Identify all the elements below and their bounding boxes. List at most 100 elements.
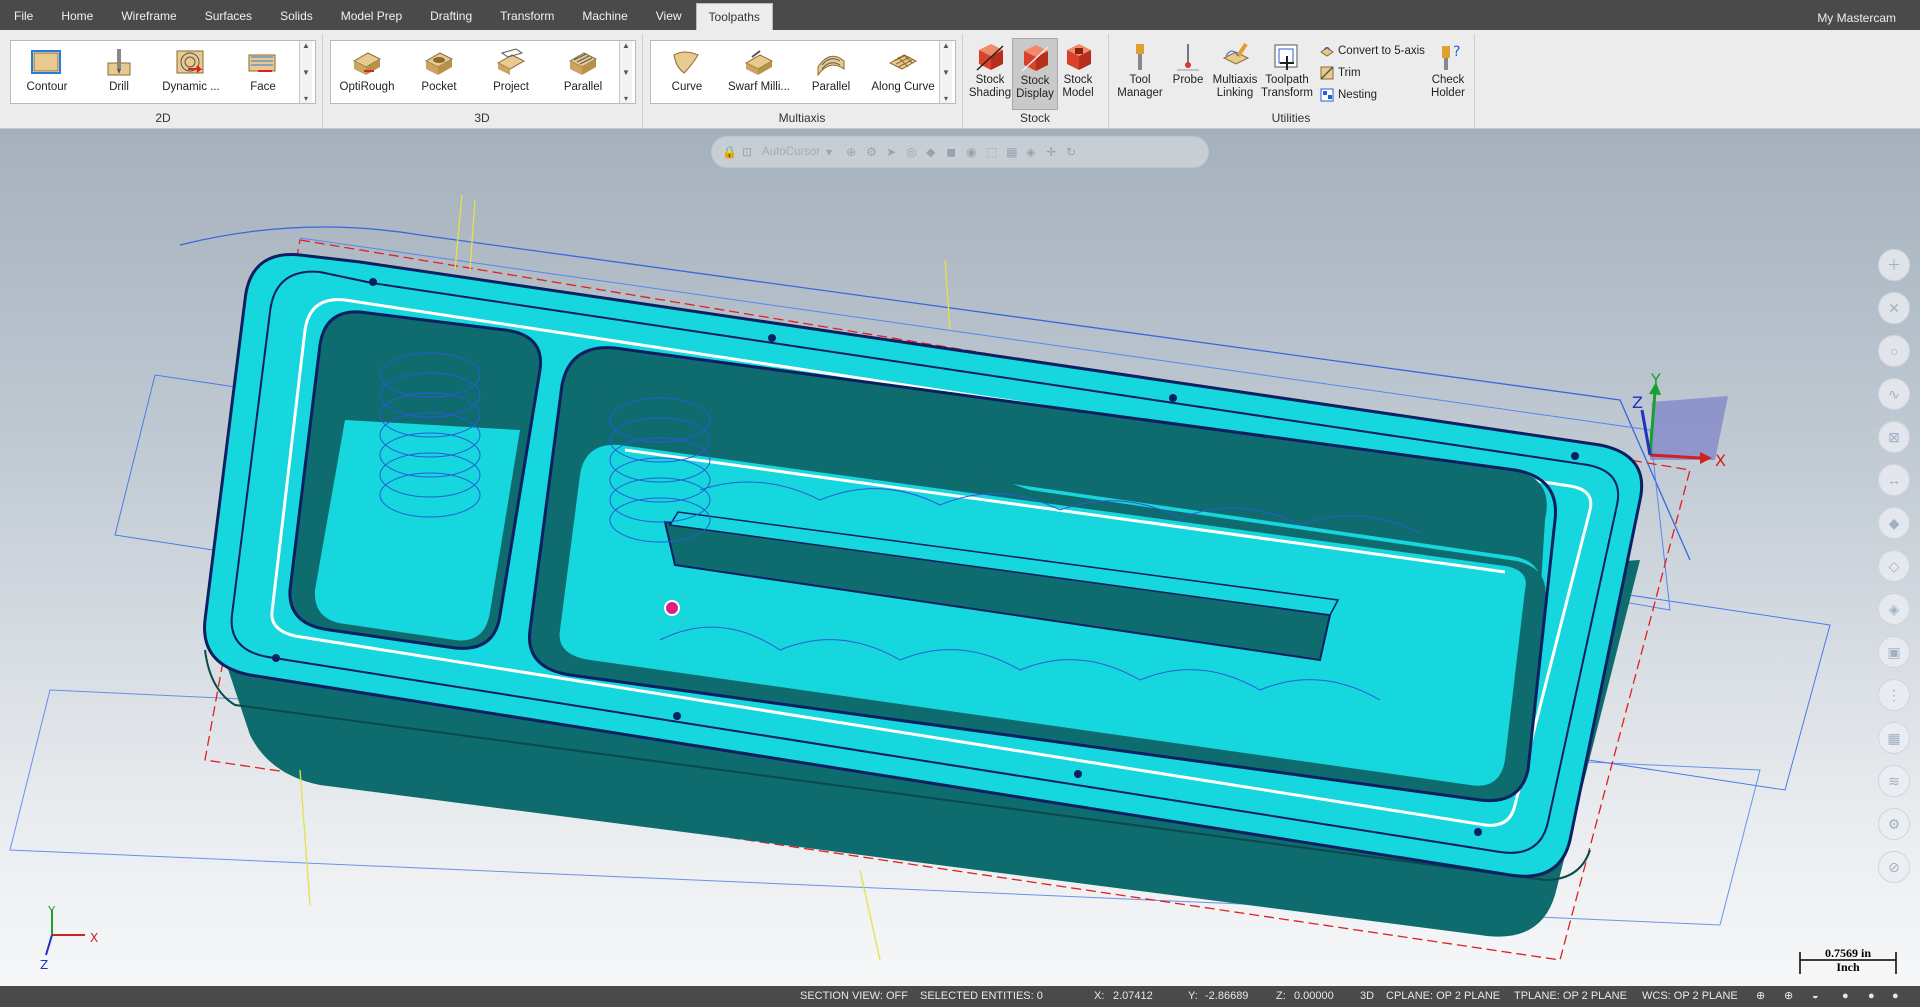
menu-file[interactable]: File: [0, 0, 47, 30]
tool-manager-button[interactable]: Tool Manager: [1116, 38, 1164, 108]
mask-splines-icon[interactable]: ∿: [1878, 378, 1910, 410]
stock-model-button[interactable]: Stock Model: [1056, 38, 1100, 108]
stock-shading-label: Stock Shading: [968, 74, 1012, 99]
gallery-3d-scroll[interactable]: ▲ ▼ ▾: [619, 41, 632, 103]
filter-icon[interactable]: ◈: [1026, 145, 1040, 159]
lock-icon[interactable]: 🔒: [722, 145, 737, 159]
menu-transform[interactable]: Transform: [486, 0, 568, 30]
mask-meshes-icon[interactable]: ◈: [1878, 593, 1910, 625]
menu-view[interactable]: View: [642, 0, 696, 30]
start-point-marker[interactable]: [664, 600, 680, 616]
refresh-icon[interactable]: ↻: [1066, 145, 1080, 159]
curve-icon: [673, 51, 699, 74]
menu-model-prep[interactable]: Model Prep: [327, 0, 416, 30]
optirough-label: OptiRough: [339, 81, 395, 93]
mask-all-icon[interactable]: ＋: [1878, 249, 1910, 281]
menu-toolpaths[interactable]: Toolpaths: [695, 3, 773, 30]
menu-solids[interactable]: Solids: [266, 0, 327, 30]
parallel-3d-button[interactable]: Parallel: [547, 41, 619, 103]
graphics-viewport[interactable]: X Y Z Y X Z 🔒 ⊡ AutoCursor ▾ ⊕ ⚙ ➤ ◎ ◆ ◼…: [0, 129, 1920, 986]
cube-icon[interactable]: ◆: [926, 145, 940, 159]
mask-color-icon[interactable]: ▦: [1878, 722, 1910, 754]
select-mode-icon[interactable]: ⬚: [986, 145, 1000, 159]
parallel-multiaxis-button[interactable]: Parallel: [795, 41, 867, 103]
translucent-ball-icon[interactable]: ●: [1892, 986, 1899, 1007]
chain-icon[interactable]: ◎: [906, 145, 920, 159]
menu-wireframe[interactable]: Wireframe: [107, 0, 190, 30]
section-view-status[interactable]: SECTION VIEW: OFF: [800, 986, 908, 1007]
face-button[interactable]: Face: [227, 41, 299, 103]
multiaxis-linking-button[interactable]: Multiaxis Linking: [1210, 38, 1260, 108]
probe-button[interactable]: Probe: [1168, 38, 1208, 108]
autocursor-label[interactable]: AutoCursor: [762, 146, 820, 158]
stock-model-icon: [1067, 44, 1091, 70]
grid-icon[interactable]: ▦: [1006, 145, 1020, 159]
cube-solid-icon[interactable]: ◼: [946, 145, 960, 159]
autocursor-icon[interactable]: ⊡: [742, 145, 756, 159]
group-2d-label: 2D: [155, 111, 171, 125]
project-button[interactable]: Project: [475, 41, 547, 103]
menu-drafting[interactable]: Drafting: [416, 0, 486, 30]
scale-unit: Inch: [1836, 960, 1860, 974]
menu-home[interactable]: Home: [47, 0, 107, 30]
wcs-status[interactable]: WCS: OP 2 PLANE: [1642, 986, 1738, 1007]
along-curve-button[interactable]: Along Curve: [867, 41, 939, 103]
menu-machine[interactable]: Machine: [568, 0, 641, 30]
mask-settings-icon[interactable]: ⚙: [1878, 808, 1910, 840]
cplane-status[interactable]: CPLANE: OP 2 PLANE: [1386, 986, 1500, 1007]
mode-3d-status[interactable]: 3D: [1360, 986, 1374, 1007]
globe-icon[interactable]: ◉: [966, 145, 980, 159]
point-icon[interactable]: ⊕: [846, 145, 860, 159]
shaded-ball-icon[interactable]: ●: [1842, 986, 1849, 1007]
along-curve-label: Along Curve: [871, 81, 935, 93]
menu-surfaces[interactable]: Surfaces: [191, 0, 266, 30]
optirough-button[interactable]: OptiRough: [331, 41, 403, 103]
mask-arcs-icon[interactable]: ○: [1878, 335, 1910, 367]
mask-dimensions-icon[interactable]: ↔: [1878, 464, 1910, 496]
coord-z-value: 0.00000: [1294, 990, 1334, 1002]
convert-5axis-button[interactable]: Convert to 5-axis: [1320, 42, 1425, 60]
mask-surfaces-icon[interactable]: ⊠: [1878, 421, 1910, 453]
gallery-multiaxis-scroll[interactable]: ▲ ▼ ▾: [939, 41, 952, 103]
swarf-button[interactable]: Swarf Milli...: [723, 41, 795, 103]
mask-none-icon[interactable]: ⊘: [1878, 851, 1910, 883]
shading-icon[interactable]: ◒: [1812, 986, 1819, 1007]
trim-button[interactable]: Trim: [1320, 64, 1361, 82]
gallery-2d-scroll[interactable]: ▲ ▼ ▾: [299, 41, 312, 103]
pocket-button[interactable]: Pocket: [403, 41, 475, 103]
ribbon: Contour Drill Dynamic ... Face ▲ ▼ ▾ 2D Op…: [0, 30, 1920, 129]
toolpath-transform-button[interactable]: Toolpath Transform: [1261, 38, 1313, 108]
select-icon[interactable]: ➤: [886, 145, 900, 159]
stock-display-button[interactable]: Stock Display: [1012, 38, 1058, 110]
mask-points-icon[interactable]: ✕: [1878, 292, 1910, 324]
mask-groups-icon[interactable]: ▣: [1878, 636, 1910, 668]
wire-ball-icon[interactable]: ●: [1868, 986, 1875, 1007]
selected-entities-status[interactable]: SELECTED ENTITIES: 0: [920, 986, 1043, 1007]
optirough-icon: [352, 52, 382, 75]
nesting-label: Nesting: [1338, 89, 1377, 101]
view-globe-icon[interactable]: ⊕: [1756, 986, 1765, 1007]
check-holder-button[interactable]: ? Check Holder: [1426, 38, 1470, 108]
nesting-button[interactable]: Nesting: [1320, 86, 1377, 104]
dropdown-icon[interactable]: ▾: [826, 145, 840, 159]
nesting-icon: [1320, 88, 1334, 102]
mask-levels-icon[interactable]: ≋: [1878, 765, 1910, 797]
gear-icon[interactable]: ⚙: [866, 145, 880, 159]
tplane-status[interactable]: TPLANE: OP 2 PLANE: [1514, 986, 1627, 1007]
part-model-scene[interactable]: X Y Z Y X Z: [0, 129, 1920, 986]
status-bar: SECTION VIEW: OFF SELECTED ENTITIES: 0 X…: [0, 986, 1920, 1007]
group-3d: OptiRough Pocket Project Parallel ▲ ▼ ▾ 3D: [322, 34, 643, 128]
mask-results-icon[interactable]: ⋮: [1878, 679, 1910, 711]
dynamic-button[interactable]: Dynamic ...: [155, 41, 227, 103]
snap-icon[interactable]: ✛: [1046, 145, 1060, 159]
stock-shading-button[interactable]: Stock Shading: [968, 38, 1012, 108]
swarf-icon: [744, 50, 774, 75]
drill-button[interactable]: Drill: [83, 41, 155, 103]
mask-solids-icon[interactable]: ◆: [1878, 507, 1910, 539]
pocket-label: Pocket: [421, 81, 457, 93]
hole-marker: [1169, 394, 1177, 402]
view-rotate-icon[interactable]: ⊕: [1784, 986, 1793, 1007]
curve-button[interactable]: Curve: [651, 41, 723, 103]
mask-solid-faces-icon[interactable]: ◇: [1878, 550, 1910, 582]
contour-button[interactable]: Contour: [11, 41, 83, 103]
